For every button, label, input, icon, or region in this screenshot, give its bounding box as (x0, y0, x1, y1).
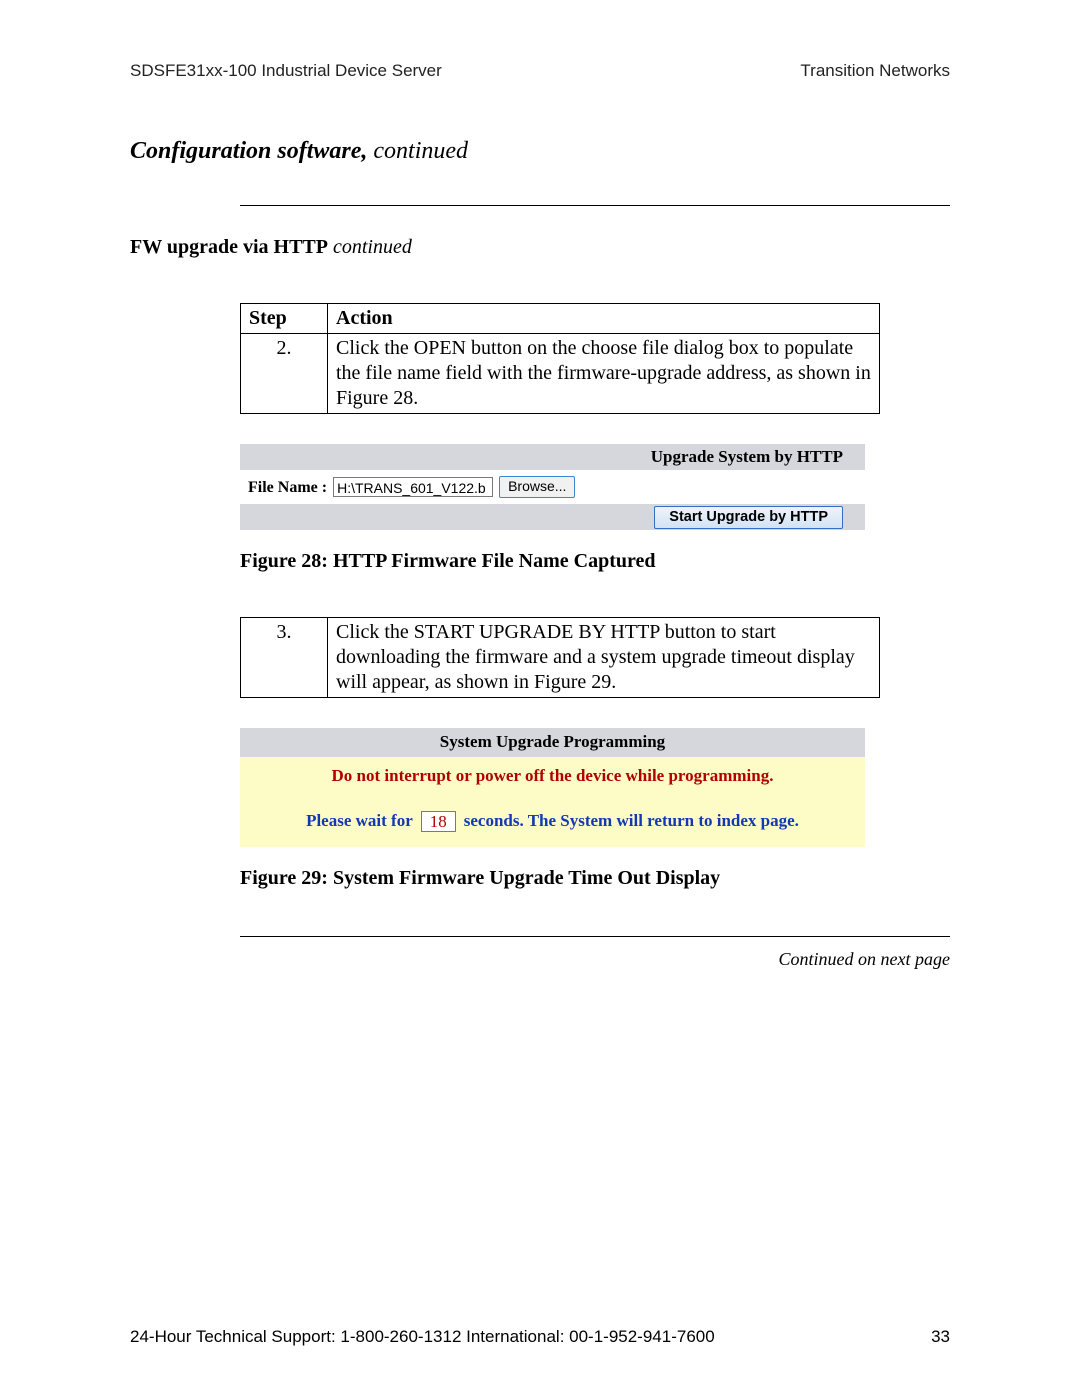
continued-on-next-page: Continued on next page (240, 947, 950, 971)
page-footer: 24-Hour Technical Support: 1-800-260-131… (130, 1326, 950, 1349)
start-upgrade-http-button[interactable]: Start Upgrade by HTTP (654, 506, 843, 530)
table-row: 2. Click the OPEN button on the choose f… (241, 334, 880, 414)
file-name-label: File Name : (248, 477, 327, 499)
page-number: 33 (931, 1326, 950, 1349)
step-number: 3. (241, 618, 328, 698)
step-action-table-1: Step Action 2. Click the OPEN button on … (240, 303, 880, 414)
warning-area: Do not interrupt or power off the device… (240, 757, 865, 847)
upgrade-http-panel: Upgrade System by HTTP File Name : H:\TR… (240, 444, 865, 530)
figure-29-caption: Figure 29: System Firmware Upgrade Time … (240, 865, 950, 892)
sub-heading: FW upgrade via HTTP continued (130, 234, 950, 261)
header-right: Transition Networks (800, 60, 950, 83)
file-name-row: File Name : H:\TRANS_601_V122.b Browse..… (240, 470, 865, 504)
warning-text: Do not interrupt or power off the device… (244, 765, 861, 788)
section-title: Configuration software, continued (130, 135, 950, 167)
header-left: SDSFE31xx-100 Industrial Device Server (130, 60, 442, 83)
figure-28-caption: Figure 28: HTTP Firmware File Name Captu… (240, 548, 950, 575)
section-title-main: Configuration software, (130, 138, 367, 164)
step-action-table-2: 3. Click the START UPGRADE BY HTTP butto… (240, 617, 880, 698)
wait-line: Please wait for 18 seconds. The System w… (244, 810, 861, 833)
panel-title: Upgrade System by HTTP (651, 446, 843, 469)
table-row: 3. Click the START UPGRADE BY HTTP butto… (241, 618, 880, 698)
document-page: SDSFE31xx-100 Industrial Device Server T… (0, 0, 1080, 1397)
page-header: SDSFE31xx-100 Industrial Device Server T… (130, 60, 950, 83)
wait-prefix: Please wait for (306, 810, 413, 833)
footer-support: 24-Hour Technical Support: 1-800-260-131… (130, 1326, 715, 1349)
panel-button-bar: Start Upgrade by HTTP (240, 504, 865, 530)
step-number: 2. (241, 334, 328, 414)
divider-top (240, 205, 950, 206)
countdown-seconds: 18 (421, 811, 456, 832)
wait-suffix: seconds. The System will return to index… (464, 810, 799, 833)
sub-heading-main: FW upgrade via HTTP (130, 236, 328, 258)
section-title-cont: continued (373, 138, 468, 164)
step-action-text: Click the OPEN button on the choose file… (328, 334, 880, 414)
col-step: Step (241, 304, 328, 334)
divider-bottom (240, 936, 950, 937)
panel-title-bar: System Upgrade Programming (240, 728, 865, 757)
panel-title: System Upgrade Programming (440, 732, 665, 751)
step-action-text: Click the START UPGRADE BY HTTP button t… (328, 618, 880, 698)
panel-title-bar: Upgrade System by HTTP (240, 444, 865, 470)
file-name-input[interactable]: H:\TRANS_601_V122.b (333, 477, 493, 497)
system-upgrade-programming-panel: System Upgrade Programming Do not interr… (240, 728, 865, 847)
col-action: Action (328, 304, 880, 334)
table-header-row: Step Action (241, 304, 880, 334)
browse-button[interactable]: Browse... (499, 476, 575, 498)
sub-heading-cont: continued (333, 236, 412, 258)
